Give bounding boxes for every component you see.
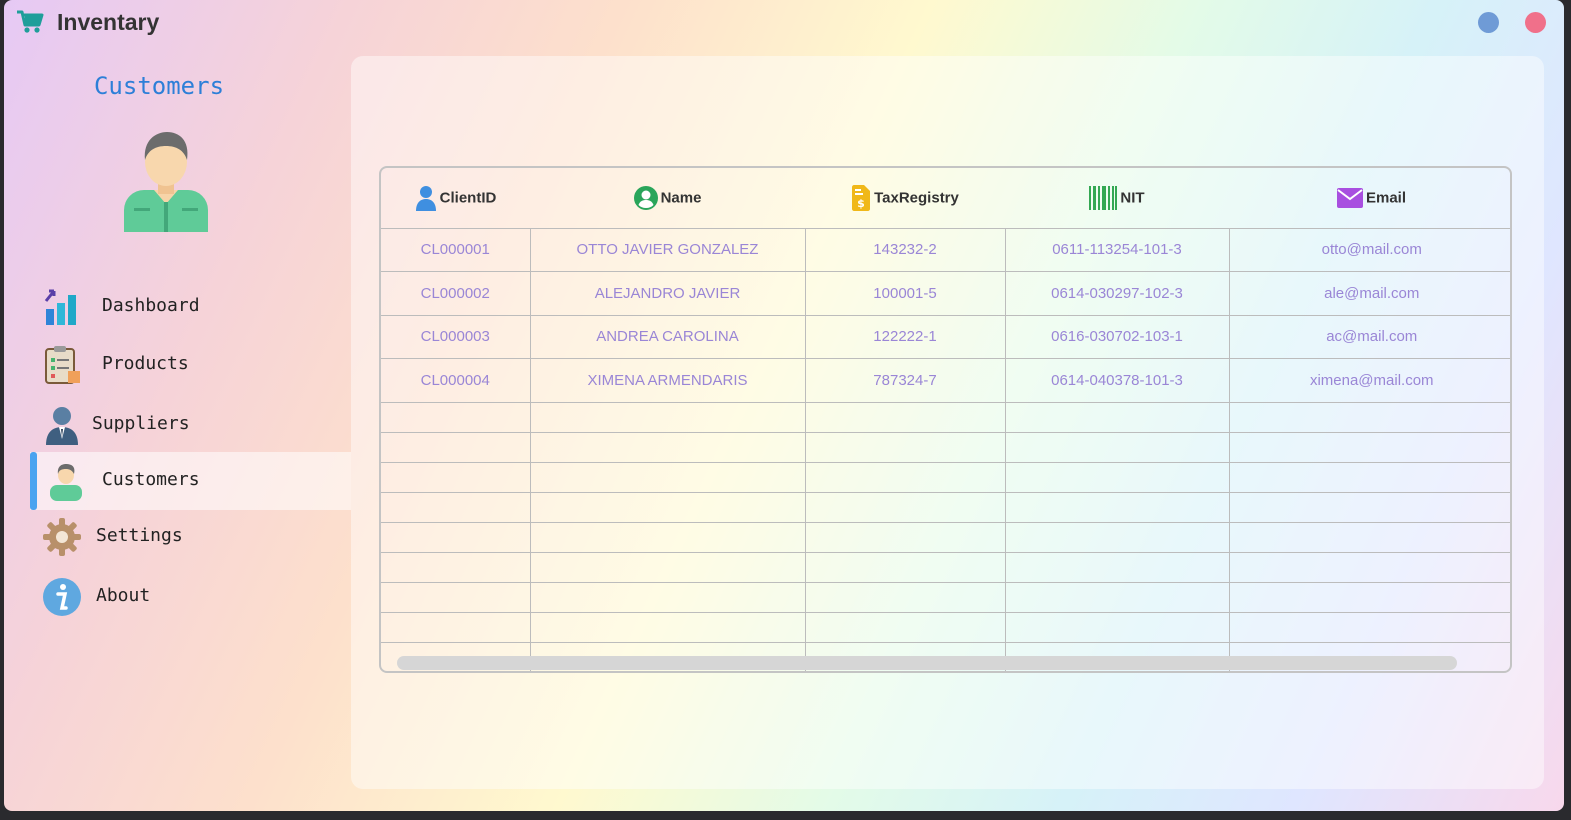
cell-email[interactable]: ale@mail.com: [1228, 271, 1510, 316]
empty-row[interactable]: [381, 611, 1510, 643]
gear-icon: [43, 518, 81, 556]
cell-taxregistry[interactable]: 122222-1: [804, 314, 1006, 359]
main-panel: ClientID Name $ TaxRegistry NIT Email CL…: [351, 56, 1544, 789]
businessman-icon: [46, 407, 78, 445]
sidebar-item-label: Customers: [102, 469, 200, 490]
sidebar-item-dashboard[interactable]: Dashboard: [30, 278, 351, 336]
cell-name[interactable]: ANDREA CAROLINA: [529, 314, 806, 359]
empty-row[interactable]: [381, 581, 1510, 613]
column-header-email[interactable]: Email: [1229, 168, 1510, 228]
cell-name[interactable]: ALEJANDRO JAVIER: [529, 271, 806, 316]
cell-taxregistry[interactable]: 143232-2: [804, 227, 1006, 272]
svg-text:$: $: [857, 197, 865, 210]
user-icon: [415, 185, 436, 211]
column-header-clientid[interactable]: ClientID: [381, 168, 530, 228]
clipboard-icon: [45, 346, 80, 384]
sidebar-item-products[interactable]: Products: [30, 336, 351, 394]
barcode-icon: [1089, 185, 1118, 210]
title-bar: Inventary: [4, 0, 1564, 46]
cell-clientid[interactable]: CL000004: [381, 358, 531, 403]
cell-clientid[interactable]: CL000003: [381, 314, 531, 359]
sidebar-item-label: Products: [102, 353, 189, 374]
sidebar-item-label: Dashboard: [102, 295, 200, 316]
column-header-name[interactable]: Name: [530, 168, 805, 228]
cell-clientid[interactable]: CL000002: [381, 271, 531, 316]
table-row[interactable]: CL000003 ANDREA CAROLINA 122222-1 0616-0…: [381, 314, 1510, 359]
envelope-icon: [1336, 187, 1363, 208]
invoice-icon: $: [852, 184, 871, 211]
cell-nit[interactable]: 0614-030297-102-3: [1004, 271, 1230, 316]
sidebar-item-label: About: [96, 585, 151, 606]
sidebar-item-settings[interactable]: Settings: [30, 508, 351, 566]
cell-name[interactable]: OTTO JAVIER GONZALEZ: [529, 227, 806, 272]
empty-row[interactable]: [381, 431, 1510, 463]
empty-row[interactable]: [381, 401, 1510, 433]
table-row[interactable]: CL000001 OTTO JAVIER GONZALEZ 143232-2 0…: [381, 227, 1510, 272]
cell-email[interactable]: ac@mail.com: [1228, 314, 1510, 359]
sidebar: Customers Dashboard Products Suppliers C…: [4, 46, 351, 811]
cell-nit[interactable]: 0616-030702-103-1: [1004, 314, 1230, 359]
cell-email[interactable]: ximena@mail.com: [1228, 358, 1510, 403]
table-row[interactable]: CL000002 ALEJANDRO JAVIER 100001-5 0614-…: [381, 271, 1510, 316]
table-row[interactable]: CL000004 XIMENA ARMENDARIS 787324-7 0614…: [381, 358, 1510, 403]
table-header-row: ClientID Name $ TaxRegistry NIT Email: [381, 168, 1510, 228]
close-button[interactable]: [1525, 12, 1546, 33]
empty-row[interactable]: [381, 551, 1510, 583]
cell-taxregistry[interactable]: 100001-5: [804, 271, 1006, 316]
app-title: Inventary: [57, 9, 160, 35]
customer-icon: [50, 464, 82, 501]
minimize-button[interactable]: [1478, 12, 1499, 33]
cell-nit[interactable]: 0611-113254-101-3: [1004, 227, 1230, 272]
customers-table: ClientID Name $ TaxRegistry NIT Email CL…: [379, 166, 1512, 673]
sidebar-item-label: Suppliers: [92, 413, 190, 434]
empty-row[interactable]: [381, 491, 1510, 523]
customer-avatar-icon: [124, 132, 208, 232]
info-icon: [43, 578, 81, 616]
cell-nit[interactable]: 0614-040378-101-3: [1004, 358, 1230, 403]
cell-email[interactable]: otto@mail.com: [1228, 227, 1510, 272]
column-header-taxregistry[interactable]: $ TaxRegistry: [805, 168, 1005, 228]
sidebar-item-about[interactable]: About: [30, 568, 351, 626]
sidebar-item-label: Settings: [96, 525, 183, 546]
empty-row[interactable]: [381, 521, 1510, 553]
shopping-cart-icon: [17, 10, 44, 33]
account-circle-icon: [633, 185, 658, 210]
cell-name[interactable]: XIMENA ARMENDARIS: [529, 358, 806, 403]
horizontal-scrollbar[interactable]: [397, 656, 1457, 670]
sidebar-item-customers[interactable]: Customers: [30, 452, 351, 510]
app-window: Inventary Customers Dashboard Products S…: [4, 0, 1564, 811]
column-header-nit[interactable]: NIT: [1005, 168, 1229, 228]
cell-clientid[interactable]: CL000001: [381, 227, 531, 272]
bar-chart-icon: [44, 289, 76, 325]
section-title: Customers: [93, 72, 225, 100]
empty-row[interactable]: [381, 461, 1510, 493]
sidebar-item-suppliers[interactable]: Suppliers: [30, 396, 351, 454]
cell-taxregistry[interactable]: 787324-7: [804, 358, 1006, 403]
